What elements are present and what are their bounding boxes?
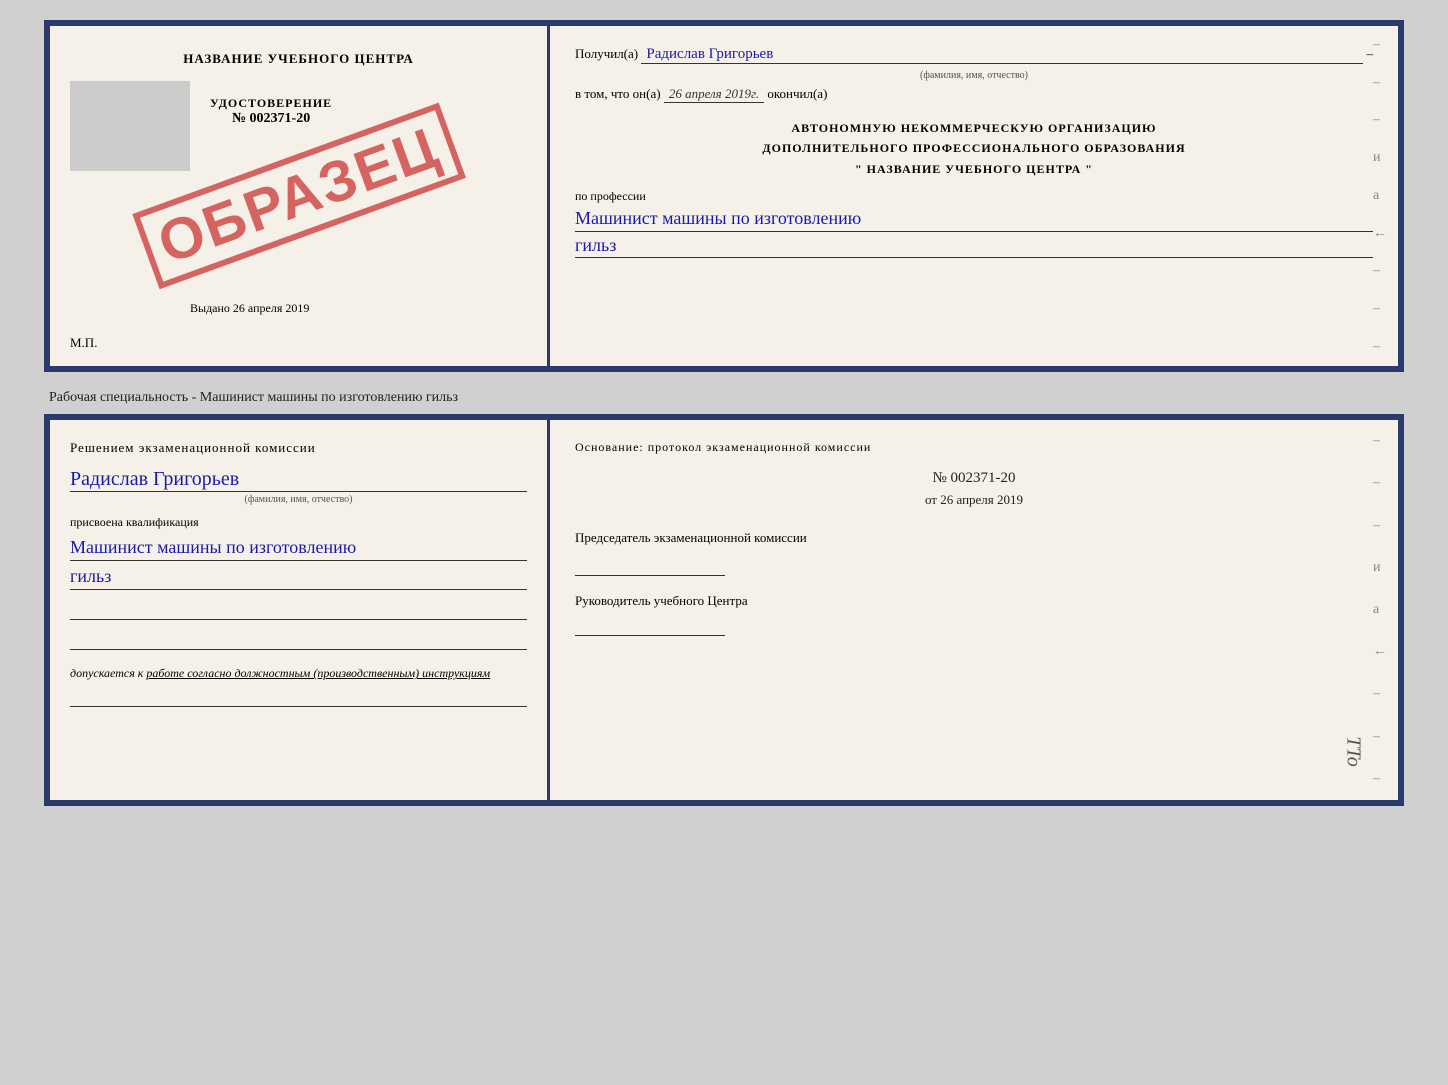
vydano-date: 26 апреля 2019 bbox=[233, 301, 309, 315]
top-certificate: НАЗВАНИЕ УЧЕБНОГО ЦЕНТРА УДОСТОВЕРЕНИЕ №… bbox=[44, 20, 1404, 372]
cert-number: № 002371-20 bbox=[210, 111, 332, 127]
vtom-label: в том, что он(а) bbox=[575, 86, 661, 102]
bottom-certificate: Решением экзаменационной комиссии Радисл… bbox=[44, 414, 1404, 806]
separator-label: Рабочая специальность - Машинист машины … bbox=[44, 382, 1404, 414]
right-dashes-bottom: – – – и а ← – – – bbox=[1373, 420, 1388, 800]
qualification-value2: гильз bbox=[70, 564, 527, 590]
protocol-number: № 002371-20 bbox=[575, 470, 1373, 487]
profession-value: Машинист машины по изготовлению bbox=[575, 207, 1373, 231]
sign-line-3 bbox=[70, 687, 527, 707]
auto-line2: ДОПОЛНИТЕЛЬНОГО ПРОФЕССИОНАЛЬНОГО ОБРАЗО… bbox=[575, 138, 1373, 158]
predsed-sign-line bbox=[575, 558, 725, 576]
decision-title: Решением экзаменационной комиссии bbox=[70, 440, 527, 456]
rukov-label: Руководитель учебного Центра bbox=[575, 591, 1373, 611]
tto-text: TTo bbox=[1341, 736, 1364, 766]
bottom-right-panel: Основание: протокол экзаменационной коми… bbox=[550, 420, 1398, 800]
date-value: 26 апреля 2019г. bbox=[664, 86, 764, 103]
bottom-fio-value: Радислав Григорьев bbox=[70, 468, 527, 492]
predsed-label: Председатель экзаменационной комиссии bbox=[575, 528, 1373, 548]
assigned-label: присвоена квалификация bbox=[70, 515, 527, 530]
profession-value2: гильз bbox=[575, 234, 1373, 258]
protocol-date-prefix: от bbox=[925, 492, 937, 507]
auto-line1: АВТОНОМНУЮ НЕКОММЕРЧЕСКУЮ ОРГАНИЗАЦИЮ bbox=[575, 118, 1373, 138]
protocol-date: от 26 апреля 2019 bbox=[575, 492, 1373, 508]
cert-right-panel: Получил(а) Радислав Григорьев – (фамилия… bbox=[550, 26, 1398, 366]
poluchil-line: Получил(а) Радислав Григорьев – bbox=[575, 46, 1373, 64]
sign-line-2 bbox=[70, 630, 527, 650]
rukov-sign-line bbox=[575, 618, 725, 636]
mp-label: М.П. bbox=[70, 335, 97, 351]
photo-placeholder bbox=[70, 81, 190, 171]
bottom-left-panel: Решением экзаменационной комиссии Радисл… bbox=[50, 420, 550, 800]
poluchil-label: Получил(а) bbox=[575, 46, 638, 62]
vydano-block: Выдано 26 апреля 2019 bbox=[190, 301, 309, 316]
dopuskaetsya-label: допускается к bbox=[70, 666, 143, 680]
dopuskaetsya-block: допускается к работе согласно должностны… bbox=[70, 665, 527, 682]
osnov-label: Основание: протокол экзаменационной коми… bbox=[575, 440, 1373, 455]
vtom-line: в том, что он(а) 26 апреля 2019г. окончи… bbox=[575, 86, 1373, 103]
okochil-label: окончил(а) bbox=[767, 86, 827, 102]
cert-left-panel: НАЗВАНИЕ УЧЕБНОГО ЦЕНТРА УДОСТОВЕРЕНИЕ №… bbox=[50, 26, 550, 366]
udostoverenie-label: УДОСТОВЕРЕНИЕ bbox=[210, 96, 332, 111]
cert-center-title: НАЗВАНИЕ УЧЕБНОГО ЦЕНТРА bbox=[70, 51, 527, 67]
auto-block: АВТОНОМНУЮ НЕКОММЕРЧЕСКУЮ ОРГАНИЗАЦИЮ ДО… bbox=[575, 118, 1373, 179]
udostoverenie-block: УДОСТОВЕРЕНИЕ № 002371-20 bbox=[210, 96, 332, 127]
vydano-label: Выдано bbox=[190, 301, 230, 315]
fio-sub: (фамилия, имя, отчество) bbox=[575, 70, 1373, 81]
auto-line3: " НАЗВАНИЕ УЧЕБНОГО ЦЕНТРА " bbox=[575, 159, 1373, 179]
bottom-fio-sub: (фамилия, имя, отчество) bbox=[70, 494, 527, 505]
qualification-value: Машинист машины по изготовлению bbox=[70, 535, 527, 561]
sign-line-1 bbox=[70, 600, 527, 620]
dopuskaetsya-value: работе согласно должностным (производств… bbox=[146, 666, 490, 680]
right-dashes: – – – и а ← – – – bbox=[1373, 26, 1388, 366]
protocol-date-value: 26 апреля 2019 bbox=[940, 492, 1023, 507]
profession-label: по профессии bbox=[575, 189, 1373, 204]
fio-value: Радислав Григорьев bbox=[641, 46, 1363, 64]
